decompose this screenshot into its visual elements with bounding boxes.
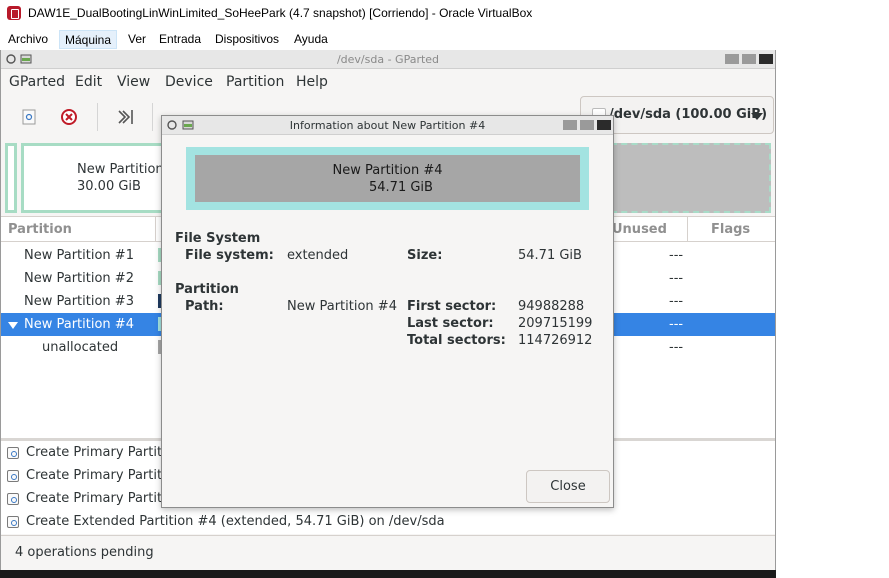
vbox-menu-ayuda[interactable]: Ayuda xyxy=(289,30,333,49)
path-value: New Partition #4 xyxy=(287,299,397,314)
gparted-titlebar: /dev/sda - GParted xyxy=(1,50,775,69)
file-system-label: File system: xyxy=(185,248,274,263)
file-system-section-title: File System xyxy=(175,231,261,246)
minimize-button[interactable] xyxy=(563,120,577,130)
partition-visual-bar: New Partition #4 54.71 GiB xyxy=(195,155,580,202)
menu-view[interactable]: View xyxy=(117,74,150,90)
maximize-button[interactable] xyxy=(580,120,594,130)
close-window-button[interactable] xyxy=(759,54,773,64)
partition-name: New Partition #1 xyxy=(24,248,134,263)
vbox-menu-maquina[interactable]: Máquina xyxy=(59,30,118,49)
total-sectors-label: Total sectors: xyxy=(407,333,506,348)
operation-text: Create Primary Partiti xyxy=(26,491,166,506)
list-item[interactable]: Create Extended Partition #4 (extended, … xyxy=(1,511,775,533)
menu-help[interactable]: Help xyxy=(296,74,328,90)
resize-move-icon[interactable] xyxy=(113,105,137,129)
disk-map-segment[interactable] xyxy=(5,143,17,213)
vbox-menu-ver[interactable]: Ver xyxy=(123,30,151,49)
size-value: 54.71 GiB xyxy=(518,248,582,263)
close-window-button[interactable] xyxy=(597,120,611,130)
first-sector-label: First sector: xyxy=(407,299,497,314)
dialog-titlebar: Information about New Partition #4 xyxy=(162,116,613,135)
total-sectors-value: 114726912 xyxy=(518,333,593,348)
disk-map-partition-name: New Partition xyxy=(77,162,164,177)
gparted-menubar: GParted Edit View Device Partition Help xyxy=(1,70,775,95)
partition-unused: --- xyxy=(669,340,684,355)
virtualbox-window-title: DAW1E_DualBootingLinWinLimited_SoHeePark… xyxy=(28,6,533,20)
pending-operations-count: 4 operations pending xyxy=(15,545,154,560)
vbox-menu-dispositivos[interactable]: Dispositivos xyxy=(210,30,284,49)
minimize-button[interactable] xyxy=(725,54,739,64)
partition-visual-size: 54.71 GiB xyxy=(369,180,433,195)
new-partition-icon xyxy=(7,447,19,459)
path-label: Path: xyxy=(185,299,224,314)
device-label: /dev/sda (100.00 GiB) xyxy=(609,107,768,122)
column-flags[interactable]: Flags xyxy=(711,222,750,237)
dialog-title: Information about New Partition #4 xyxy=(289,119,486,132)
file-system-value: extended xyxy=(287,248,349,263)
partition-section-title: Partition xyxy=(175,282,239,297)
new-partition-icon[interactable] xyxy=(17,105,41,129)
vbox-menu-entrada[interactable]: Entrada xyxy=(154,30,206,49)
menu-partition[interactable]: Partition xyxy=(226,74,284,90)
toolbar-separator xyxy=(152,103,153,131)
partition-info-dialog: Information about New Partition #4 New P… xyxy=(161,115,614,508)
column-partition[interactable]: Partition xyxy=(8,222,72,237)
menu-device[interactable]: Device xyxy=(165,74,213,90)
virtualbox-menubar: Archivo Máquina Ver Entrada Dispositivos… xyxy=(0,28,889,50)
partition-unused: --- xyxy=(669,271,684,286)
partition-name: New Partition #2 xyxy=(24,271,134,286)
chevron-down-icon xyxy=(751,113,763,120)
gparted-window-title: /dev/sda - GParted xyxy=(336,53,440,66)
disk-map-extended-partition[interactable] xyxy=(611,143,771,213)
partition-unused: --- xyxy=(669,248,684,263)
partition-unused: --- xyxy=(669,294,684,309)
partition-visual-name: New Partition #4 xyxy=(332,163,443,178)
partition-name: unallocated xyxy=(42,340,119,355)
partition-visual: New Partition #4 54.71 GiB xyxy=(186,147,589,210)
new-partition-icon xyxy=(7,516,19,528)
maximize-button[interactable] xyxy=(742,54,756,64)
partition-name: New Partition #4 xyxy=(24,317,134,332)
expander-triangle-icon[interactable] xyxy=(8,322,18,329)
disk-map-partition-size: 30.00 GiB xyxy=(77,179,141,194)
operation-text: Create Extended Partition #4 (extended, … xyxy=(26,514,445,529)
menu-gparted[interactable]: GParted xyxy=(9,74,65,90)
vbox-menu-archivo[interactable]: Archivo xyxy=(3,30,53,49)
partition-unused: --- xyxy=(669,317,684,332)
last-sector-value: 209715199 xyxy=(518,316,593,331)
column-unused[interactable]: Unused xyxy=(612,222,667,237)
first-sector-value: 94988288 xyxy=(518,299,585,314)
status-bar: 4 operations pending xyxy=(1,535,775,570)
toolbar-separator xyxy=(97,103,98,131)
close-button[interactable]: Close xyxy=(526,470,610,503)
delete-partition-icon[interactable] xyxy=(57,105,81,129)
disk-map-partition-1[interactable]: New Partition 30.00 GiB xyxy=(21,143,171,213)
operation-text: Create Primary Partiti xyxy=(26,445,166,460)
operation-text: Create Primary Partiti xyxy=(26,468,166,483)
new-partition-icon xyxy=(7,470,19,482)
virtualbox-app-icon xyxy=(7,6,21,20)
virtualbox-bottom-edge xyxy=(0,570,776,578)
virtualbox-background xyxy=(776,50,889,578)
size-label: Size: xyxy=(407,248,443,263)
last-sector-label: Last sector: xyxy=(407,316,494,331)
virtualbox-titlebar: DAW1E_DualBootingLinWinLimited_SoHeePark… xyxy=(0,0,889,28)
partition-name: New Partition #3 xyxy=(24,294,134,309)
column-divider xyxy=(687,217,688,241)
new-partition-icon xyxy=(7,493,19,505)
menu-edit[interactable]: Edit xyxy=(75,74,102,90)
column-divider xyxy=(155,217,156,241)
